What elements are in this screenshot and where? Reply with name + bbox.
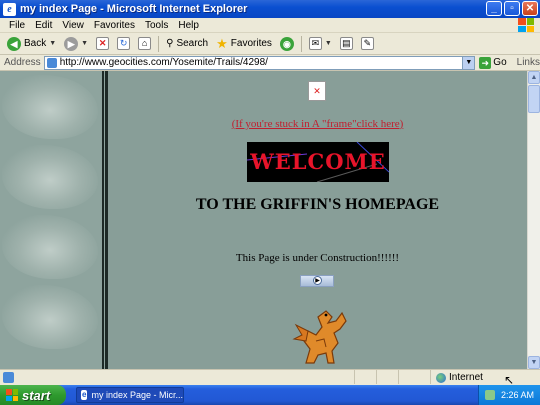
windows-logo-icon (518, 18, 534, 32)
window-title: my index Page - Microsoft Internet Explo… (20, 3, 248, 15)
address-input[interactable]: http://www.geocities.com/Yosemite/Trails… (43, 55, 476, 70)
menu-file[interactable]: File (4, 20, 30, 31)
links-button[interactable]: Links (517, 57, 540, 68)
frame-escape-link[interactable]: (If you're stuck in A "frame"click here) (108, 118, 527, 130)
page-heading: TO THE GRIFFIN'S HOMEPAGE (195, 196, 440, 213)
back-arrow-icon: ◀ (7, 36, 21, 51)
page-icon (46, 57, 57, 68)
zone-label: Internet (449, 372, 483, 383)
home-button[interactable]: ⌂ (135, 34, 154, 54)
status-cell (354, 370, 355, 384)
ie-icon: e (3, 2, 16, 16)
address-url[interactable]: http://www.geocities.com/Yosemite/Trails… (60, 57, 463, 68)
refresh-button[interactable]: ↻ (114, 34, 133, 54)
title-bar: e my index Page - Microsoft Internet Exp… (0, 0, 540, 18)
menu-edit[interactable]: Edit (30, 20, 57, 31)
scroll-up-button[interactable]: ▲ (528, 71, 540, 84)
chevron-down-icon: ▼ (324, 40, 332, 47)
search-label: Search (176, 38, 209, 49)
tray-icon[interactable] (484, 390, 495, 400)
maximize-button[interactable]: ▫ (504, 1, 520, 16)
go-arrow-icon: ➜ (479, 56, 492, 69)
media-icon: ◉ (279, 36, 294, 51)
globe-icon (436, 372, 446, 383)
griffin-image (292, 310, 347, 364)
welcome-banner: WELCOME (247, 142, 389, 182)
system-tray: 2:26 AM (478, 385, 540, 405)
go-button[interactable]: ➜ Go (479, 56, 507, 69)
griffin-relief-image (2, 145, 98, 209)
taskbar-item-ie[interactable]: e my index Page - Micr... (76, 387, 184, 403)
menu-view[interactable]: View (57, 20, 89, 31)
main-column: ✕ (If you're stuck in A "frame"click her… (108, 71, 527, 369)
taskbar-item-label: my index Page - Micr... (91, 390, 183, 400)
favorites-button[interactable]: ★ Favorites (213, 34, 275, 54)
back-label: Back (24, 38, 47, 49)
window-controls: _ ▫ ✕ (486, 1, 538, 16)
search-icon: ⚲ (166, 38, 174, 49)
media-player-control[interactable]: ▶ (300, 275, 334, 287)
play-icon: ▶ (313, 276, 322, 285)
forward-button[interactable]: ▶ ▼ (61, 34, 91, 54)
griffin-background-strip (0, 71, 102, 369)
security-zone: Internet (436, 372, 483, 383)
mouse-cursor-icon: ↖ (504, 373, 515, 387)
back-button[interactable]: ◀ Back ▼ (4, 34, 59, 54)
address-label: Address (4, 57, 41, 68)
forward-arrow-icon: ▶ (64, 36, 79, 51)
media-button[interactable]: ◉ (277, 34, 297, 54)
ie-icon: e (81, 390, 88, 400)
address-bar: Address http://www.geocities.com/Yosemit… (0, 55, 540, 71)
construction-notice: This Page is under Construction!!!!!! (235, 252, 400, 264)
print-icon: ▤ (339, 37, 353, 50)
page-content: ✕ (If you're stuck in A "frame"click her… (0, 71, 527, 369)
welcome-text: WELCOME (250, 149, 386, 174)
chevron-down-icon[interactable]: ▼ (462, 56, 475, 69)
print-button[interactable]: ▤ (337, 34, 356, 54)
scrollbar-thumb[interactable] (528, 85, 540, 113)
mail-icon: ✉ (308, 37, 322, 50)
stop-icon: ✕ (96, 37, 110, 50)
chevron-down-icon: ▼ (81, 40, 89, 47)
refresh-icon: ↻ (117, 37, 131, 50)
status-cell (430, 370, 431, 384)
start-label: start (22, 387, 51, 403)
edit-button[interactable]: ✎ (358, 34, 377, 54)
start-button[interactable]: start (0, 385, 66, 405)
page-status-icon (3, 372, 14, 383)
taskbar: start e my index Page - Micr... 2:26 AM (0, 385, 540, 405)
toolbar-separator (300, 35, 302, 52)
chevron-down-icon: ▼ (49, 40, 57, 47)
edit-icon: ✎ (360, 37, 374, 50)
star-icon: ★ (216, 35, 228, 51)
status-cell (398, 370, 399, 384)
windows-logo-icon (6, 389, 18, 401)
clock[interactable]: 2:26 AM (501, 390, 534, 400)
favorites-label: Favorites (230, 38, 272, 49)
griffin-relief-image (2, 75, 98, 139)
scroll-down-button[interactable]: ▼ (528, 356, 540, 369)
mail-button[interactable]: ✉ ▼ (306, 34, 335, 54)
broken-image-icon: ✕ (308, 81, 326, 101)
menu-help[interactable]: Help (173, 20, 204, 31)
toolbar: ◀ Back ▼ ▶ ▼ ✕ ↻ ⌂ ⚲ Search ★ Favorites … (0, 33, 540, 55)
vertical-scrollbar[interactable]: ▲ ▼ (527, 71, 540, 369)
stop-button[interactable]: ✕ (93, 34, 112, 54)
status-cell (376, 370, 377, 384)
search-button[interactable]: ⚲ Search (163, 34, 211, 54)
menu-favorites[interactable]: Favorites (89, 20, 140, 31)
toolbar-separator (158, 35, 160, 52)
home-icon: ⌂ (138, 37, 152, 50)
griffin-relief-image (2, 215, 98, 279)
menu-bar: File Edit View Favorites Tools Help (0, 18, 540, 33)
go-label: Go (493, 57, 507, 68)
minimize-button[interactable]: _ (486, 1, 502, 16)
menu-tools[interactable]: Tools (140, 20, 173, 31)
close-button[interactable]: ✕ (522, 1, 538, 16)
griffin-relief-image (2, 285, 98, 349)
status-bar: Internet (0, 369, 540, 385)
